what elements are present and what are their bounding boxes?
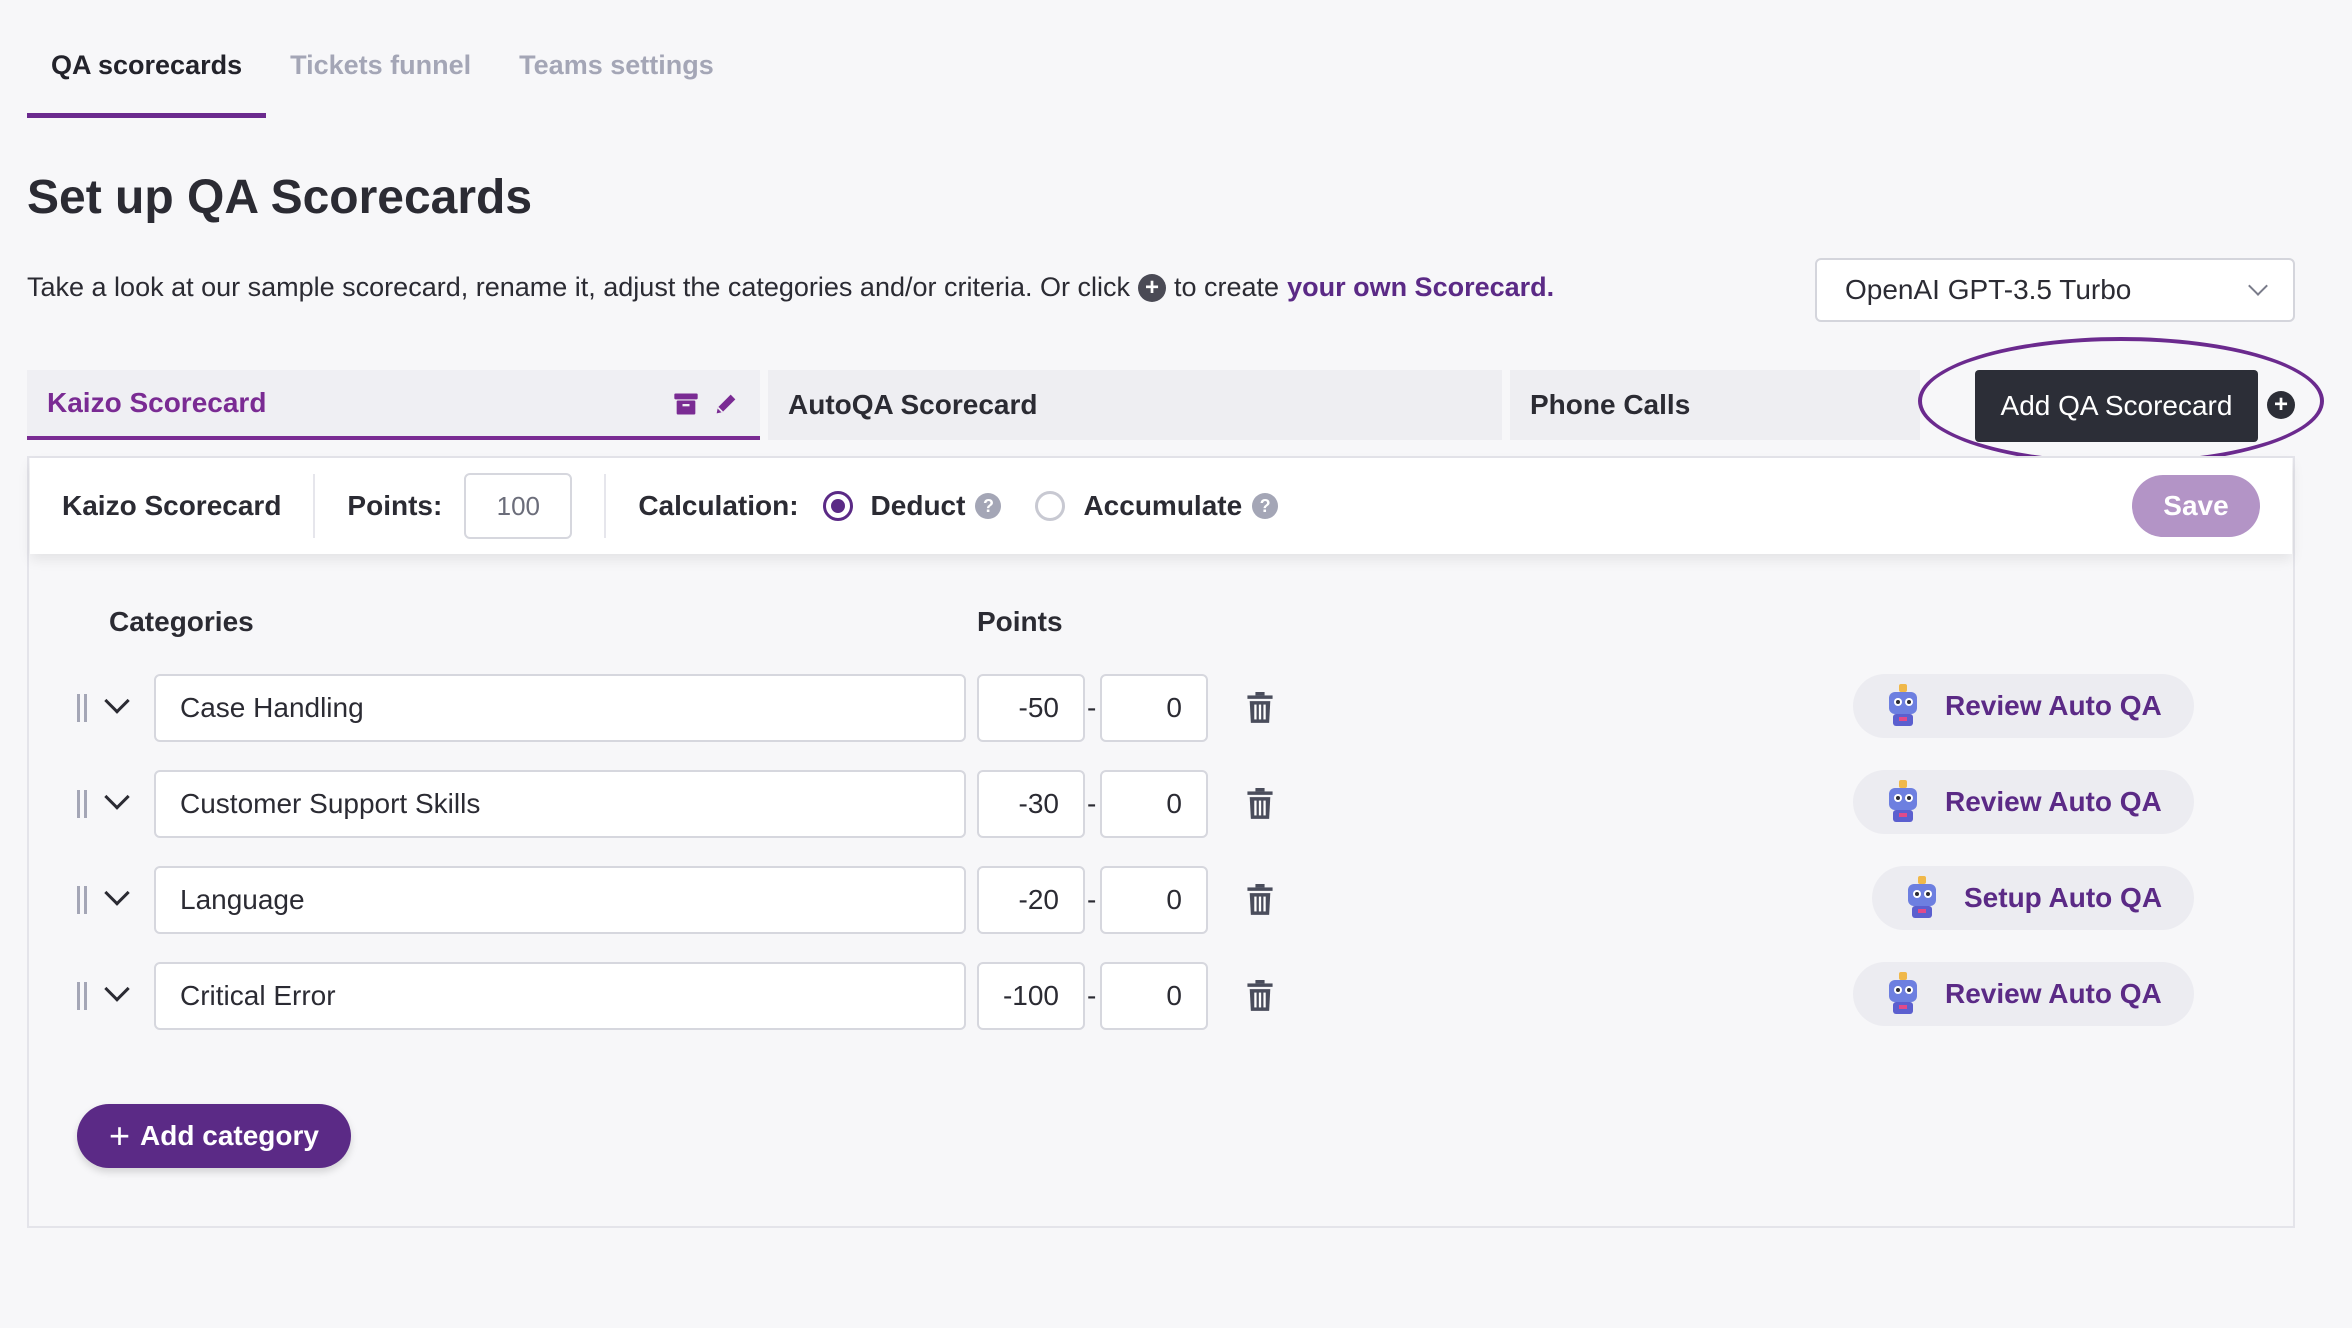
help-icon[interactable]: ? <box>1252 493 1279 519</box>
drag-handle-icon[interactable] <box>77 886 87 914</box>
scorecard-tab-kaizo[interactable]: Kaizo Scorecard <box>27 370 760 440</box>
points-min-input[interactable]: -50 <box>977 674 1085 742</box>
range-dash: - <box>1087 980 1097 1011</box>
help-icon[interactable]: ? <box>975 493 1002 519</box>
chevron-down-icon[interactable] <box>104 880 130 906</box>
points-max-input[interactable]: 0 <box>1100 962 1208 1030</box>
intro-text-middle: to create <box>1174 272 1280 302</box>
points-label: Points: <box>347 490 443 521</box>
range-dash: - <box>1087 692 1097 723</box>
scorecard-tab-phone-calls[interactable]: Phone Calls <box>1510 370 1920 440</box>
model-select-value: OpenAI GPT-3.5 Turbo <box>1845 274 2132 305</box>
points-min-input[interactable]: -30 <box>977 770 1085 838</box>
calculation-group: Calculation: Deduct ? Accumulate ? <box>606 490 1310 522</box>
chevron-down-icon[interactable] <box>104 688 130 714</box>
plus-circle-icon: + <box>1138 273 1166 302</box>
drag-handle-icon[interactable] <box>77 694 87 722</box>
tab-teams-settings[interactable]: Teams settings <box>495 0 738 118</box>
scorecard-settings-bar: Kaizo Scorecard Points: 100 Calculation:… <box>30 458 2292 554</box>
intro-text: Take a look at our sample scorecard, ren… <box>27 272 1554 303</box>
trash-icon[interactable] <box>1246 980 1274 1012</box>
tab-tickets-funnel[interactable]: Tickets funnel <box>266 0 495 118</box>
add-category-label: Add category <box>140 1120 319 1151</box>
points-max-input[interactable]: 0 <box>1100 866 1208 934</box>
category-name-input[interactable]: Case Handling <box>154 674 966 742</box>
scorecard-tab-label: Phone Calls <box>1530 389 1691 420</box>
trash-icon[interactable] <box>1246 692 1274 724</box>
calculation-label: Calculation: <box>638 490 799 521</box>
save-button[interactable]: Save <box>2132 475 2260 537</box>
scorecard-tab-autoqa[interactable]: AutoQA Scorecard <box>768 370 1502 440</box>
top-tabs: QA scorecards Tickets funnel Teams setti… <box>27 0 738 118</box>
tab-icons <box>672 390 740 418</box>
review-auto-qa-button[interactable]: Review Auto QA <box>1853 962 2194 1026</box>
page: QA scorecards Tickets funnel Teams setti… <box>0 0 2352 1328</box>
page-title: Set up QA Scorecards <box>27 171 533 224</box>
points-max-input[interactable]: 0 <box>1100 674 1208 742</box>
deduct-radio[interactable] <box>822 491 853 521</box>
add-category-button[interactable]: + Add category <box>77 1104 351 1168</box>
plus-icon: + <box>109 1115 131 1156</box>
trash-icon[interactable] <box>1246 884 1274 916</box>
auto-qa-label: Review Auto QA <box>1945 690 2162 721</box>
robot-icon <box>1889 780 1917 822</box>
tab-qa-scorecards[interactable]: QA scorecards <box>27 0 267 118</box>
scorecard-tab-label: Kaizo Scorecard <box>47 387 267 418</box>
points-min-input[interactable]: -20 <box>977 866 1085 934</box>
review-auto-qa-button[interactable]: Review Auto QA <box>1853 770 2194 834</box>
range-dash: - <box>1087 788 1097 819</box>
scorecard-name: Kaizo Scorecard <box>62 490 282 521</box>
category-name-input[interactable]: Critical Error <box>154 962 966 1030</box>
auto-qa-label: Review Auto QA <box>1945 786 2162 817</box>
points-group: Points: 100 <box>315 473 604 539</box>
accumulate-radio[interactable] <box>1035 491 1066 521</box>
create-own-scorecard-link[interactable]: your own Scorecard. <box>1287 272 1554 303</box>
scorecard-panel <box>27 456 2295 1228</box>
deduct-label: Deduct <box>870 490 966 521</box>
robot-icon <box>1908 876 1936 918</box>
trash-icon[interactable] <box>1246 788 1274 820</box>
robot-icon <box>1889 684 1917 726</box>
category-row: Critical Error -100 - 0 Review Auto QA <box>0 962 2352 1030</box>
chevron-down-icon[interactable] <box>104 784 130 810</box>
category-row: Case Handling -50 - 0 Review Auto QA <box>0 674 2352 742</box>
points-column-header: Points <box>977 606 1063 637</box>
drag-handle-icon[interactable] <box>77 982 87 1010</box>
category-name-input[interactable]: Customer Support Skills <box>154 770 966 838</box>
categories-column-header: Categories <box>109 606 254 637</box>
robot-icon <box>1889 972 1917 1014</box>
accumulate-label: Accumulate <box>1083 490 1243 521</box>
plus-circle-icon[interactable]: + <box>2267 391 2295 419</box>
chevron-down-icon[interactable] <box>104 976 130 1002</box>
category-row: Language -20 - 0 Setup Auto QA <box>0 866 2352 934</box>
model-select[interactable]: OpenAI GPT-3.5 Turbo <box>1815 258 2295 322</box>
archive-icon[interactable] <box>672 390 700 418</box>
category-row: Customer Support Skills -30 - 0 Review A… <box>0 770 2352 838</box>
category-name-input[interactable]: Language <box>154 866 966 934</box>
intro-text-before: Take a look at our sample scorecard, ren… <box>27 272 1130 302</box>
pencil-icon[interactable] <box>712 390 740 418</box>
drag-handle-icon[interactable] <box>77 790 87 818</box>
points-max-input[interactable]: 0 <box>1100 770 1208 838</box>
range-dash: - <box>1087 884 1097 915</box>
points-min-input[interactable]: -100 <box>977 962 1085 1030</box>
setup-auto-qa-button[interactable]: Setup Auto QA <box>1872 866 2195 930</box>
points-input[interactable]: 100 <box>464 473 573 539</box>
auto-qa-label: Review Auto QA <box>1945 978 2162 1009</box>
chevron-down-icon <box>2248 276 2268 296</box>
scorecard-tab-label: AutoQA Scorecard <box>788 389 1038 420</box>
auto-qa-label: Setup Auto QA <box>1964 882 2163 913</box>
review-auto-qa-button[interactable]: Review Auto QA <box>1853 674 2194 738</box>
add-qa-scorecard-button[interactable]: Add QA Scorecard <box>1975 370 2258 442</box>
